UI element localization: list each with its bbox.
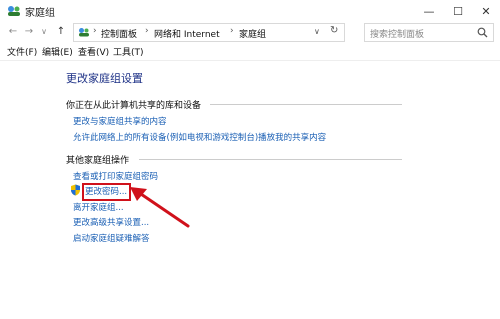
allow-devices-link[interactable]: 允许此网络上的所有设备(例如电视和游戏控制台)播放我的共享内容 [73, 131, 326, 143]
minimize-button[interactable]: — [415, 0, 443, 22]
page-title: 更改家庭组设置 [66, 72, 143, 85]
back-icon[interactable]: ← [6, 26, 20, 37]
breadcrumb-separator: › [93, 26, 97, 36]
window-title: 家庭组 [25, 8, 55, 19]
menu-bar: 文件(F) 编辑(E) 查看(V) 工具(T) [0, 44, 500, 60]
watermark-logo-text: 百科全说 [366, 249, 454, 273]
leave-homegroup-link[interactable]: 离开家庭组... [73, 201, 124, 213]
menu-divider [0, 60, 500, 61]
refresh-icon[interactable]: ↻ [330, 25, 338, 36]
shared-section-label: 你正在从此计算机共享的库和设备 [66, 101, 202, 111]
watermark-subtitle: 助你轻松解决 [373, 277, 439, 288]
breadcrumb-network[interactable]: 网络和 Internet [154, 27, 220, 40]
control-panel-icon [79, 28, 89, 37]
troubleshooter-link[interactable]: 启动家庭组疑难解答 [73, 232, 150, 244]
homegroup-icon [8, 6, 20, 16]
search-input[interactable]: 搜索控制面板 [364, 23, 494, 42]
dropdown-icon[interactable]: ∨ [314, 27, 320, 36]
highlight-box [82, 183, 131, 201]
menu-tools[interactable]: 工具(T) [113, 45, 144, 58]
breadcrumb-control-panel[interactable]: 控制面板 [101, 27, 137, 40]
title-bar: 家庭组 — ☐ ✕ [0, 0, 500, 22]
breadcrumb-homegroup[interactable]: 家庭组 [239, 27, 266, 40]
search-icon[interactable] [477, 27, 488, 38]
up-icon[interactable]: ↑ [54, 26, 68, 37]
close-button[interactable]: ✕ [472, 0, 500, 22]
forward-icon[interactable]: → [22, 26, 36, 37]
chevron-down-icon[interactable]: ∨ [37, 27, 51, 36]
address-input[interactable]: › 控制面板 › 网络和 Internet › 家庭组 ∨ ↻ [73, 23, 345, 42]
shield-icon [71, 184, 80, 196]
menu-view[interactable]: 查看(V) [78, 45, 109, 58]
view-print-password-link[interactable]: 查看或打印家庭组密码 [73, 170, 158, 182]
red-arrow-annotation [130, 187, 190, 228]
breadcrumb-separator: › [145, 26, 149, 36]
menu-file[interactable]: 文件(F) [7, 45, 37, 58]
maximize-button[interactable]: ☐ [444, 0, 472, 22]
breadcrumb-separator: › [230, 26, 234, 36]
search-placeholder: 搜索控制面板 [370, 30, 425, 40]
change-shared-content-link[interactable]: 更改与家庭组共享的内容 [73, 115, 167, 127]
section-divider [139, 159, 402, 160]
other-section-label: 其他家庭组操作 [66, 156, 130, 166]
menu-edit[interactable]: 编辑(E) [42, 45, 73, 58]
section-divider [210, 104, 402, 105]
